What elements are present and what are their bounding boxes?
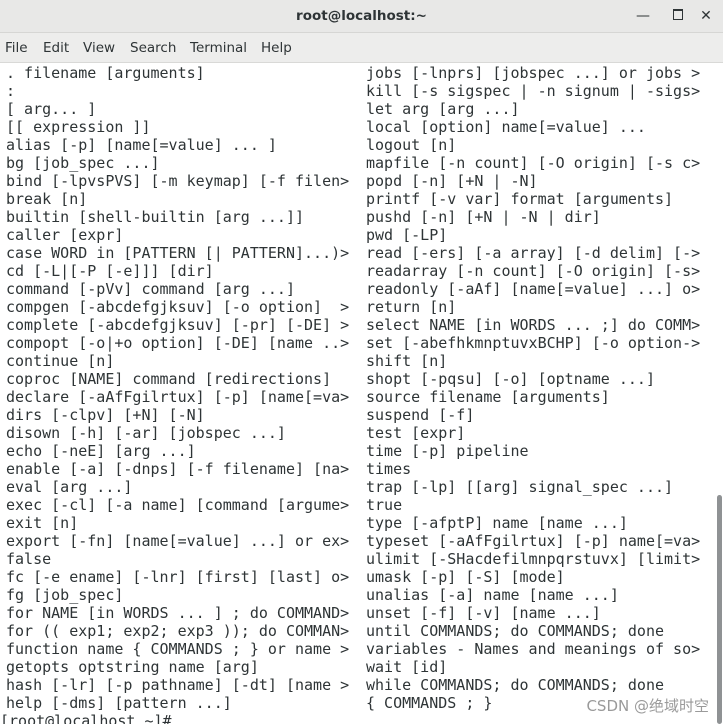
menu-help[interactable]: Help <box>261 40 292 56</box>
terminal-line: shopt [-pqsu] [-o] [optname ...] <box>366 370 655 388</box>
terminal-line: jobs [-lnprs] [jobspec ...] or jobs > <box>366 64 701 82</box>
close-button[interactable]: ✕ <box>696 6 716 26</box>
menu-bar: File Edit View Search Terminal Help <box>0 33 723 63</box>
scrollbar-thumb[interactable] <box>717 495 722 724</box>
terminal-line: : <box>6 82 16 100</box>
terminal-line: break [n] <box>6 190 88 208</box>
terminal-line: variables - Names and meanings of so> <box>366 640 701 658</box>
terminal-line: select NAME [in WORDS ... ;] do COMM> <box>366 316 701 334</box>
terminal-line: help [-dms] [pattern ...] <box>6 694 232 712</box>
terminal-line: case WORD in [PATTERN [| PATTERN]...)> <box>6 244 350 262</box>
terminal-line: [ arg... ] <box>6 100 97 118</box>
terminal-line: command [-pVv] command [arg ...] <box>6 280 295 298</box>
terminal-line: . filename [arguments] <box>6 64 205 82</box>
terminal-line: type [-afptP] name [name ...] <box>366 514 628 532</box>
terminal-line: continue [n] <box>6 352 115 370</box>
terminal-line: enable [-a] [-dnps] [-f filename] [na> <box>6 460 350 478</box>
terminal-line: readonly [-aAf] [name[=value] ...] o> <box>366 280 701 298</box>
terminal-line: source filename [arguments] <box>366 388 610 406</box>
terminal-line: until COMMANDS; do COMMANDS; done <box>366 622 665 640</box>
terminal-line: trap [-lp] [[arg] signal_spec ...] <box>366 478 674 496</box>
maximize-button[interactable] <box>668 6 688 26</box>
terminal-line: popd [-n] [+N | -N] <box>366 172 538 190</box>
terminal-line: fc [-e ename] [-lnr] [first] [last] o> <box>6 568 350 586</box>
terminal-line: builtin [shell-builtin [arg ...]] <box>6 208 305 226</box>
title-bar: root@localhost:~ — ✕ <box>0 0 723 33</box>
terminal-line: eval [arg ...] <box>6 478 133 496</box>
terminal-line: true <box>366 496 403 514</box>
menu-file[interactable]: File <box>5 40 28 56</box>
terminal-line: readarray [-n count] [-O origin] [-s> <box>366 262 701 280</box>
terminal-line: declare [-aAfFgilrtux] [-p] [name[=va> <box>6 388 350 406</box>
terminal-line: export [-fn] [name[=value] ...] or ex> <box>6 532 350 550</box>
watermark: CSDN @绝域时空 <box>586 695 709 716</box>
terminal-line: while COMMANDS; do COMMANDS; done <box>366 676 665 694</box>
menu-terminal[interactable]: Terminal <box>190 40 247 56</box>
maximize-icon <box>673 9 683 20</box>
terminal-line: unalias [-a] name [name ...] <box>366 586 619 604</box>
terminal-line: pwd [-LP] <box>366 226 448 244</box>
terminal-line: dirs [-clpv] [+N] [-N] <box>6 406 205 424</box>
terminal-line: logout [n] <box>366 136 457 154</box>
terminal-line: unset [-f] [-v] [name ...] <box>366 604 601 622</box>
scrollbar[interactable] <box>716 63 723 724</box>
terminal-line: for NAME [in WORDS ... ] ; do COMMAND> <box>6 604 350 622</box>
terminal-line: mapfile [-n count] [-O origin] [-s c> <box>366 154 701 172</box>
terminal-line: read [-ers] [-a array] [-d delim] [-> <box>366 244 701 262</box>
terminal-line: hash [-lr] [-p pathname] [-dt] [name > <box>6 676 350 694</box>
minimize-icon: — <box>636 8 650 24</box>
terminal-line: compopt [-o|+o option] [-DE] [name ..> <box>6 334 350 352</box>
terminal-line: shift [n] <box>366 352 448 370</box>
menu-view[interactable]: View <box>83 40 115 56</box>
terminal-line: exit [n] <box>6 514 79 532</box>
terminal-output[interactable]: . filename [arguments]:[ arg... ][[ expr… <box>0 63 716 724</box>
terminal-line: false <box>6 550 52 568</box>
terminal-line: complete [-abcdefgjksuv] [-pr] [-DE] > <box>6 316 350 334</box>
terminal-line: { COMMANDS ; } <box>366 694 493 712</box>
terminal-line: umask [-p] [-S] [mode] <box>366 568 565 586</box>
terminal-line: printf [-v var] format [arguments] <box>366 190 674 208</box>
terminal-line: times <box>366 460 412 478</box>
terminal-line: [[ expression ]] <box>6 118 151 136</box>
terminal-line: return [n] <box>366 298 457 316</box>
terminal-line: function name { COMMANDS ; } or name > <box>6 640 350 658</box>
shell-prompt: [root@localhost ~]# <box>0 712 172 724</box>
terminal-line: for (( exp1; exp2; exp3 )); do COMMAN> <box>6 622 350 640</box>
terminal-line: kill [-s sigspec | -n signum | -sigs> <box>366 82 701 100</box>
terminal-line: alias [-p] [name[=value] ... ] <box>6 136 277 154</box>
terminal-line: caller [expr] <box>6 226 124 244</box>
window-title: root@localhost:~ <box>296 8 427 24</box>
menu-edit[interactable]: Edit <box>43 40 69 56</box>
terminal-line: suspend [-f] <box>366 406 475 424</box>
terminal-line: pushd [-n] [+N | -N | dir] <box>366 208 601 226</box>
terminal-line: bg [job_spec ...] <box>6 154 160 172</box>
terminal-line: typeset [-aAfFgilrtux] [-p] name[=va> <box>366 532 701 550</box>
terminal-line: time [-p] pipeline <box>366 442 529 460</box>
terminal-line: let arg [arg ...] <box>366 100 520 118</box>
close-icon: ✕ <box>700 8 712 24</box>
terminal-line: ulimit [-SHacdefilmnpqrstuvx] [limit> <box>366 550 701 568</box>
terminal-line: local [option] name[=value] ... <box>366 118 646 136</box>
terminal-line: test [expr] <box>366 424 466 442</box>
terminal-line: compgen [-abcdefgjksuv] [-o option] > <box>6 298 350 316</box>
terminal-line: getopts optstring name [arg] <box>6 658 259 676</box>
terminal-line: disown [-h] [-ar] [jobspec ...] <box>6 424 286 442</box>
terminal-line: exec [-cl] [-a name] [command [argume> <box>6 496 350 514</box>
terminal-line: fg [job_spec] <box>6 586 124 604</box>
minimize-button[interactable]: — <box>633 6 653 26</box>
terminal-line: cd [-L|[-P [-e]]] [dir] <box>6 262 214 280</box>
terminal-line: wait [id] <box>366 658 448 676</box>
terminal-line: coproc [NAME] command [redirections] <box>6 370 332 388</box>
terminal-line: bind [-lpvsPVS] [-m keymap] [-f filen> <box>6 172 350 190</box>
terminal-line: echo [-neE] [arg ...] <box>6 442 196 460</box>
menu-search[interactable]: Search <box>130 40 176 56</box>
terminal-line: set [-abefhkmnptuvxBCHP] [-o option-> <box>366 334 701 352</box>
